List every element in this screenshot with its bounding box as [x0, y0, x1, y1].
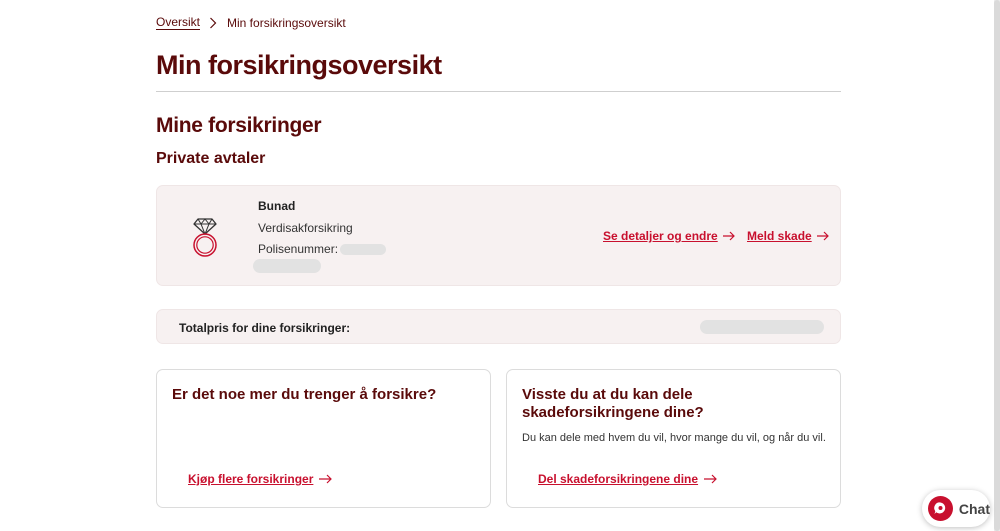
breadcrumb: Oversikt Min forsikringsoversikt — [156, 16, 346, 30]
share-insurance-link[interactable]: Del skadeforsikringene dine — [538, 472, 717, 486]
arrow-right-icon — [319, 474, 333, 484]
total-price-redacted — [700, 320, 824, 334]
total-price-bar: Totalpris for dine forsikringer: — [156, 309, 841, 344]
breadcrumb-current: Min forsikringsoversikt — [227, 16, 346, 30]
share-insurance-body: Du kan dele med hvem du vil, hvor mange … — [522, 432, 826, 444]
policy-info: Bunad Verdisakforsikring Polisenummer: — [258, 199, 387, 256]
report-claim-label: Meld skade — [747, 229, 812, 243]
buy-more-card: Er det noe mer du trenger å forsikre? Kj… — [156, 369, 491, 508]
see-details-link[interactable]: Se detaljer og endre — [603, 229, 735, 243]
buy-more-link-label: Kjøp flere forsikringer — [188, 472, 314, 486]
page-scrollbar[interactable] — [994, 0, 1000, 531]
policy-name: Bunad — [258, 199, 296, 213]
policy-number-row: Polisenummer: — [258, 242, 387, 256]
header-divider — [156, 91, 841, 92]
ring-icon — [187, 214, 223, 258]
arrow-right-icon — [816, 231, 829, 241]
policy-number-redacted — [340, 243, 387, 255]
chat-button[interactable]: Chat — [922, 490, 990, 527]
chat-label: Chat — [958, 500, 990, 517]
arrow-right-icon — [704, 474, 717, 484]
share-insurance-link-label: Del skadeforsikringene dine — [538, 472, 699, 486]
chevron-right-icon — [209, 17, 217, 29]
chat-bubble-icon — [928, 496, 953, 521]
total-price-label: Totalpris for dine forsikringer: — [179, 321, 351, 335]
buy-more-link[interactable]: Kjøp flere forsikringer — [188, 472, 333, 486]
page-title: Min forsikringsoversikt — [156, 50, 442, 80]
breadcrumb-home-link[interactable]: Oversikt — [156, 16, 201, 30]
policy-price-redacted — [253, 259, 321, 273]
report-claim-link[interactable]: Meld skade — [747, 229, 829, 243]
policy-number-label: Polisenummer: — [258, 242, 339, 256]
share-insurance-card: Visste du at du kan dele skadeforsikring… — [506, 369, 841, 508]
section-subtitle: Private avtaler — [156, 150, 266, 167]
policy-type: Verdisakforsikring — [258, 221, 353, 235]
section-title: Mine forsikringer — [156, 114, 322, 137]
arrow-right-icon — [722, 231, 735, 241]
share-insurance-title: Visste du at du kan dele skadeforsikring… — [522, 386, 704, 421]
policy-card: Bunad Verdisakforsikring Polisenummer: S… — [156, 185, 841, 286]
buy-more-title: Er det noe mer du trenger å forsikre? — [172, 386, 437, 403]
scrollbar-thumb[interactable] — [994, 0, 1000, 531]
see-details-label: Se detaljer og endre — [603, 229, 718, 243]
